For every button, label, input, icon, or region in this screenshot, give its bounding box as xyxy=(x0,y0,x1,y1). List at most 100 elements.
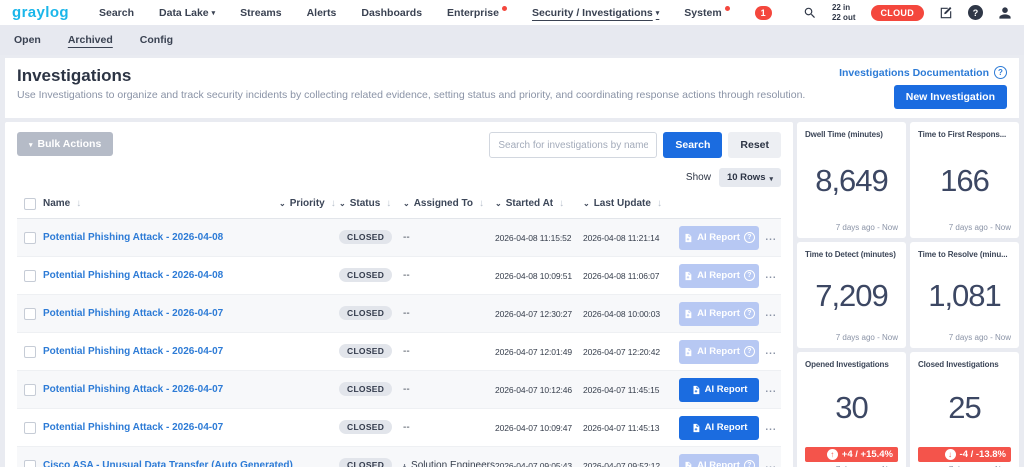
throughput-indicator[interactable]: 22 in 22 out xyxy=(832,3,856,22)
nav-item-streams[interactable]: Streams xyxy=(240,7,281,19)
user-icon[interactable] xyxy=(998,6,1012,20)
table-row[interactable]: Potential Phishing Attack - 2026-04-07CL… xyxy=(17,333,781,371)
column-header-status[interactable]: ⌄Status↓ xyxy=(339,198,391,209)
row-checkbox[interactable] xyxy=(24,308,36,320)
tab-archived[interactable]: Archived xyxy=(68,34,113,46)
table-row[interactable]: Cisco ASA - Unusual Data Transfer (Auto … xyxy=(17,447,781,467)
reset-button[interactable]: Reset xyxy=(728,132,781,158)
status-badge: CLOSED xyxy=(339,382,392,396)
table-row[interactable]: Potential Phishing Attack - 2026-04-07CL… xyxy=(17,295,781,333)
status-badge: CLOSED xyxy=(339,458,392,467)
investigation-name-link[interactable]: Potential Phishing Attack - 2026-04-07 xyxy=(43,308,223,319)
sort-icon[interactable]: ↓ xyxy=(657,198,662,209)
row-checkbox[interactable] xyxy=(24,346,36,358)
column-header-name[interactable]: Name↓ xyxy=(43,198,81,209)
assigned-to-value: -- xyxy=(403,422,410,433)
select-all-checkbox[interactable] xyxy=(24,198,36,210)
documentation-link[interactable]: Investigations Documentation? xyxy=(839,66,1007,79)
ai-report-button[interactable]: AI Report? xyxy=(679,302,759,326)
search-button[interactable]: Search xyxy=(663,132,722,158)
filter-chevron-icon[interactable]: ⌄ xyxy=(403,199,410,208)
ai-report-button[interactable]: AI Report? xyxy=(679,340,759,364)
last-update-cell: 2026-04-07 11:45:15 xyxy=(583,385,677,395)
ai-report-label: AI Report xyxy=(697,308,740,319)
more-actions-button[interactable]: ... xyxy=(765,232,776,243)
search-input[interactable] xyxy=(489,132,657,158)
filter-chevron-icon[interactable]: ⌄ xyxy=(339,199,346,208)
sort-icon[interactable]: ↓ xyxy=(386,198,391,209)
column-header-assigned-to[interactable]: ⌄Assigned To↓ xyxy=(403,198,484,209)
filter-chevron-icon[interactable]: ⌄ xyxy=(279,199,286,208)
started-at-cell: 2026-04-08 10:09:51 xyxy=(495,271,583,281)
investigation-name-link[interactable]: Potential Phishing Attack - 2026-04-07 xyxy=(43,422,223,433)
more-actions-button[interactable]: ... xyxy=(765,270,776,281)
edit-icon[interactable] xyxy=(939,6,953,20)
nav-item-alerts[interactable]: Alerts xyxy=(307,7,337,19)
table-row[interactable]: Potential Phishing Attack - 2026-04-08CL… xyxy=(17,219,781,257)
more-actions-button[interactable]: ... xyxy=(765,460,776,467)
search-icon[interactable] xyxy=(803,6,817,20)
more-actions-button[interactable]: ... xyxy=(765,346,776,357)
investigation-name-link[interactable]: Potential Phishing Attack - 2026-04-07 xyxy=(43,384,223,395)
more-actions-button[interactable]: ... xyxy=(765,308,776,319)
new-investigation-button[interactable]: New Investigation xyxy=(894,85,1007,109)
rows-per-page-dropdown[interactable]: 10 Rows▾ xyxy=(719,168,781,187)
graylog-logo[interactable]: graylog xyxy=(12,4,69,21)
sort-icon[interactable]: ↓ xyxy=(479,198,484,209)
ai-report-button[interactable]: AI Report? xyxy=(679,416,759,440)
column-header-started-at[interactable]: ⌄Started At↓ xyxy=(495,198,564,209)
filter-chevron-icon[interactable]: ⌄ xyxy=(495,199,502,208)
more-actions-button[interactable]: ... xyxy=(765,384,776,395)
row-checkbox[interactable] xyxy=(24,384,36,396)
row-checkbox[interactable] xyxy=(24,232,36,244)
row-checkbox[interactable] xyxy=(24,422,36,434)
metric-range: 7 days ago - Now xyxy=(805,333,898,342)
ai-report-button[interactable]: AI Report? xyxy=(679,378,759,402)
more-actions-button[interactable]: ... xyxy=(765,422,776,433)
row-checkbox[interactable] xyxy=(24,270,36,282)
table-row[interactable]: Potential Phishing Attack - 2026-04-08CL… xyxy=(17,257,781,295)
nav-item-system[interactable]: System xyxy=(684,7,729,19)
ai-report-button[interactable]: AI Report? xyxy=(679,226,759,250)
column-header-last-update[interactable]: ⌄Last Update↓ xyxy=(583,198,662,209)
assigned-to-value: -- xyxy=(403,270,410,281)
investigation-name-link[interactable]: Cisco ASA - Unusual Data Transfer (Auto … xyxy=(43,460,293,467)
nav-item-search[interactable]: Search xyxy=(99,7,134,19)
assigned-to-cell: -- xyxy=(403,232,495,243)
sort-icon[interactable]: ↓ xyxy=(76,198,81,209)
metric-range: 7 days ago - Now xyxy=(918,333,1011,342)
nav-item-security-investigations[interactable]: Security / Investigations▾ xyxy=(532,7,659,19)
investigation-name-link[interactable]: Potential Phishing Attack - 2026-04-08 xyxy=(43,232,223,243)
help-icon[interactable]: ? xyxy=(968,5,983,20)
cloud-badge[interactable]: CLOUD xyxy=(871,5,925,21)
metric-value: 30 xyxy=(805,369,898,447)
investigation-name-link[interactable]: Potential Phishing Attack - 2026-04-07 xyxy=(43,346,223,357)
investigations-sub-navigation: Open Archived Config xyxy=(0,25,1024,55)
notification-count-badge[interactable]: 1 xyxy=(755,6,772,20)
column-header-priority[interactable]: ⌄Priority↓ xyxy=(279,198,336,209)
last-update-cell: 2026-04-07 12:20:42 xyxy=(583,347,677,357)
search-group: Search Reset xyxy=(489,132,781,158)
investigation-name-link[interactable]: Potential Phishing Attack - 2026-04-08 xyxy=(43,270,223,281)
sort-icon[interactable]: ↓ xyxy=(559,198,564,209)
help-circle-icon: ? xyxy=(994,66,1007,79)
info-circle-icon: ? xyxy=(744,232,755,243)
row-checkbox[interactable] xyxy=(24,460,36,467)
assigned-to-value: -- xyxy=(403,308,410,319)
nav-item-enterprise[interactable]: Enterprise xyxy=(447,7,507,19)
ai-report-button[interactable]: AI Report? xyxy=(679,454,759,467)
ai-report-button[interactable]: AI Report? xyxy=(679,264,759,288)
tab-open[interactable]: Open xyxy=(14,34,41,46)
metric-card-closed-investigations: Closed Investigations 25 ↓-4 / -13.8% 7 … xyxy=(910,352,1019,467)
bulk-actions-button[interactable]: ▾Bulk Actions xyxy=(17,132,113,156)
sort-icon[interactable]: ↓ xyxy=(331,198,336,209)
document-icon xyxy=(683,233,693,243)
table-row[interactable]: Potential Phishing Attack - 2026-04-07CL… xyxy=(17,409,781,447)
last-update-cell: 2026-04-08 11:21:14 xyxy=(583,233,677,243)
started-at-cell: 2026-04-07 12:01:49 xyxy=(495,347,583,357)
nav-item-data-lake[interactable]: Data Lake▾ xyxy=(159,7,215,19)
tab-config[interactable]: Config xyxy=(140,34,173,46)
table-row[interactable]: Potential Phishing Attack - 2026-04-07 CL… xyxy=(17,371,781,409)
nav-item-dashboards[interactable]: Dashboards xyxy=(361,7,422,19)
filter-chevron-icon[interactable]: ⌄ xyxy=(583,199,590,208)
